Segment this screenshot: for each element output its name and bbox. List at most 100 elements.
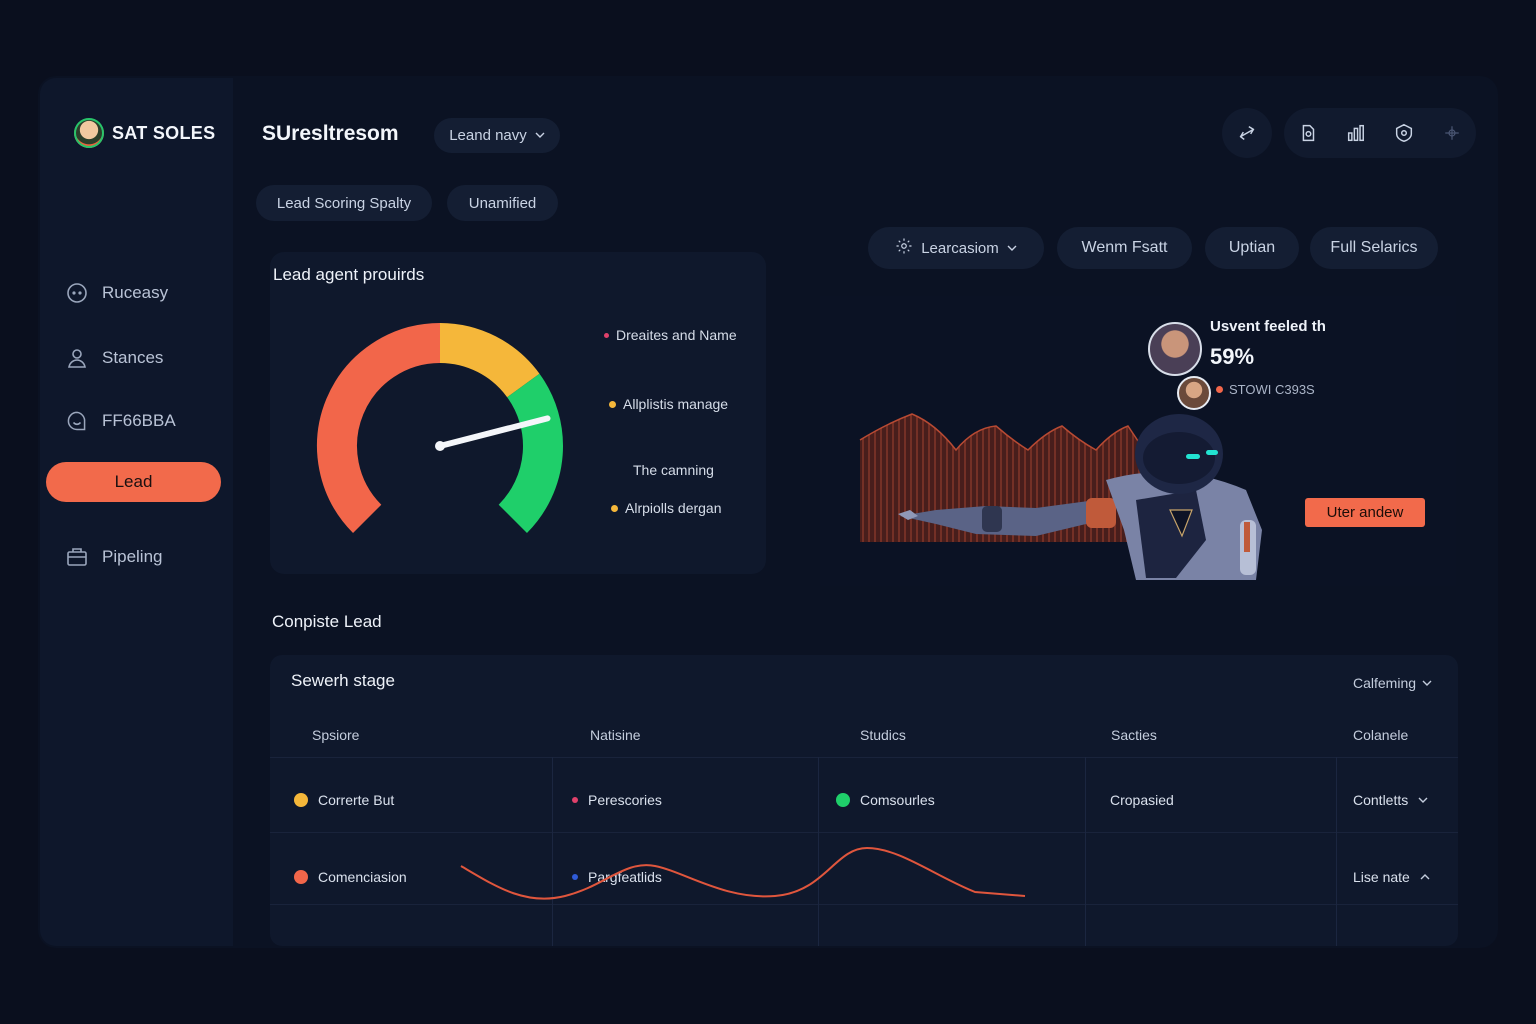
- uter-andew-button[interactable]: Uter andew: [1305, 498, 1425, 527]
- column-divider: [1085, 757, 1086, 946]
- legend-label: Dreaites and Name: [616, 327, 737, 343]
- table-cell: Perescories: [572, 792, 662, 808]
- brand[interactable]: SAT SOLES: [74, 118, 215, 148]
- legend-dot: [604, 332, 609, 338]
- gauge-segment: [317, 323, 441, 533]
- avatar[interactable]: [1148, 322, 1202, 376]
- sidebar-item-label: Pipeling: [102, 547, 163, 566]
- avatar[interactable]: [1177, 376, 1211, 410]
- row-divider: [270, 757, 1458, 758]
- sidebar: [40, 78, 233, 946]
- table-cell: Cropasied: [1110, 792, 1174, 808]
- brand-logo-icon: [74, 118, 104, 148]
- sidebar-item-label: Stances: [102, 348, 164, 367]
- agent-sub-label: STOWI C393S: [1229, 382, 1315, 397]
- row-divider: [270, 832, 1458, 833]
- filter-dropdown-label: Learcasiom: [921, 239, 999, 257]
- filter-wenm-fsatt[interactable]: Wenm Fsatt: [1057, 227, 1192, 269]
- status-dot: [1216, 386, 1223, 393]
- tab-label: Lead Scoring Spalty: [276, 194, 412, 212]
- cell-text: Lise nate: [1353, 869, 1410, 885]
- table-cell: Comenciasion: [294, 869, 407, 885]
- cell-text: Comsourles: [860, 792, 935, 808]
- cell-text: Correrte But: [318, 792, 395, 808]
- legend-label: The camning: [633, 462, 714, 478]
- table-title: Sewerh stage: [291, 671, 395, 690]
- sidebar-item-stances[interactable]: Stances: [64, 345, 163, 371]
- legend-item: Alrpiolls dergan: [611, 500, 722, 516]
- chevron-down-icon: [1422, 675, 1432, 691]
- sidebar-item-lead[interactable]: Lead: [46, 462, 221, 502]
- brand-name: SAT SOLES: [112, 122, 216, 143]
- learcasiom-dropdown[interactable]: Learcasiom: [868, 227, 1044, 269]
- legend-item: Allplistis manage: [609, 396, 728, 412]
- legend-item: Dreaites and Name: [604, 327, 737, 343]
- row-action-dropdown[interactable]: Contletts: [1353, 792, 1428, 808]
- column-header[interactable]: Sacties: [1111, 727, 1157, 743]
- chevron-down-icon: [535, 127, 545, 144]
- robot-agent-illustration: [898, 414, 1262, 580]
- briefcase-icon: [64, 544, 90, 570]
- cell-text: Perescories: [588, 792, 662, 808]
- user-group-icon: [64, 345, 90, 371]
- status-dot: [836, 793, 850, 807]
- legend-label: Allplistis manage: [623, 396, 729, 412]
- column-header[interactable]: Natisine: [590, 727, 641, 743]
- lead-score-gauge: [317, 323, 563, 533]
- column-divider: [1336, 757, 1337, 946]
- sidebar-item-label: Ruceasy: [102, 283, 169, 302]
- toolbar-icon-group: [1284, 108, 1476, 158]
- filter-label: Full Selarics: [1330, 239, 1418, 256]
- tab-label: Unamified: [468, 194, 537, 212]
- sort-dropdown[interactable]: Calfeming: [1353, 675, 1432, 691]
- gauge-card-title: Lead agent prouirds: [273, 265, 425, 284]
- filter-uptian[interactable]: Uptian: [1205, 227, 1299, 269]
- header-dropdown-label: Leand navy: [449, 127, 527, 144]
- legend-dot: [611, 504, 618, 512]
- share-icon[interactable]: [1230, 116, 1264, 150]
- header-dropdown[interactable]: Leand navy: [434, 118, 560, 153]
- chat-bubble-icon: [64, 280, 90, 306]
- filter-label: Uptian: [1228, 239, 1276, 256]
- sidebar-item-pipeling[interactable]: Pipeling: [64, 544, 163, 570]
- gauge-hub: [435, 441, 445, 451]
- sidebar-item-ruceasy[interactable]: Ruceasy: [64, 280, 168, 306]
- column-header[interactable]: Studics: [860, 727, 906, 743]
- legend-dot: [609, 400, 616, 408]
- status-dot: [294, 870, 308, 884]
- agent-sub-status: STOWI C393S: [1216, 382, 1315, 397]
- sidebar-item-ff66bba[interactable]: FF66BBA: [64, 408, 176, 434]
- shield-icon[interactable]: [1387, 116, 1421, 150]
- legend-label: Alrpiolls dergan: [625, 500, 722, 516]
- row-action-dropdown[interactable]: Lise nate: [1353, 869, 1430, 885]
- smile-chat-icon: [64, 408, 90, 434]
- chevron-down-icon: [1418, 792, 1428, 808]
- column-header[interactable]: Colanele: [1353, 727, 1408, 743]
- page-title: SUresltresom: [262, 122, 399, 145]
- tab-lead-scoring[interactable]: Lead Scoring Spalty: [256, 185, 432, 221]
- share-button-group: [1222, 108, 1272, 158]
- cell-text: Cropasied: [1110, 792, 1174, 808]
- section-title: Conpiste Lead: [272, 612, 382, 631]
- legend-item: The camning: [633, 462, 714, 478]
- column-header[interactable]: Spsiore: [312, 727, 359, 743]
- gauge-segment: [439, 323, 540, 398]
- sidebar-item-label: Lead: [114, 472, 153, 491]
- filter-label: Wenm Fsatt: [1081, 239, 1168, 256]
- sidebar-item-label: FF66BBA: [102, 411, 176, 430]
- cta-label: Uter andew: [1326, 504, 1404, 521]
- sort-label: Calfeming: [1353, 675, 1417, 691]
- plus-move-icon[interactable]: [1435, 116, 1469, 150]
- chevron-up-icon: [1420, 869, 1430, 885]
- gauge-segment: [498, 373, 563, 533]
- agent-stat-value: 59%: [1210, 344, 1255, 369]
- filter-full-selarics[interactable]: Full Selarics: [1310, 227, 1438, 269]
- cell-text: Contletts: [1353, 792, 1409, 808]
- status-dot: [572, 797, 578, 803]
- document-icon[interactable]: [1291, 116, 1325, 150]
- chevron-down-icon: [1007, 240, 1017, 257]
- tab-unamified[interactable]: Unamified: [447, 185, 558, 221]
- table-cell: Correrte But: [294, 792, 394, 808]
- trend-line: [460, 846, 1026, 900]
- bar-chart-icon[interactable]: [1339, 116, 1373, 150]
